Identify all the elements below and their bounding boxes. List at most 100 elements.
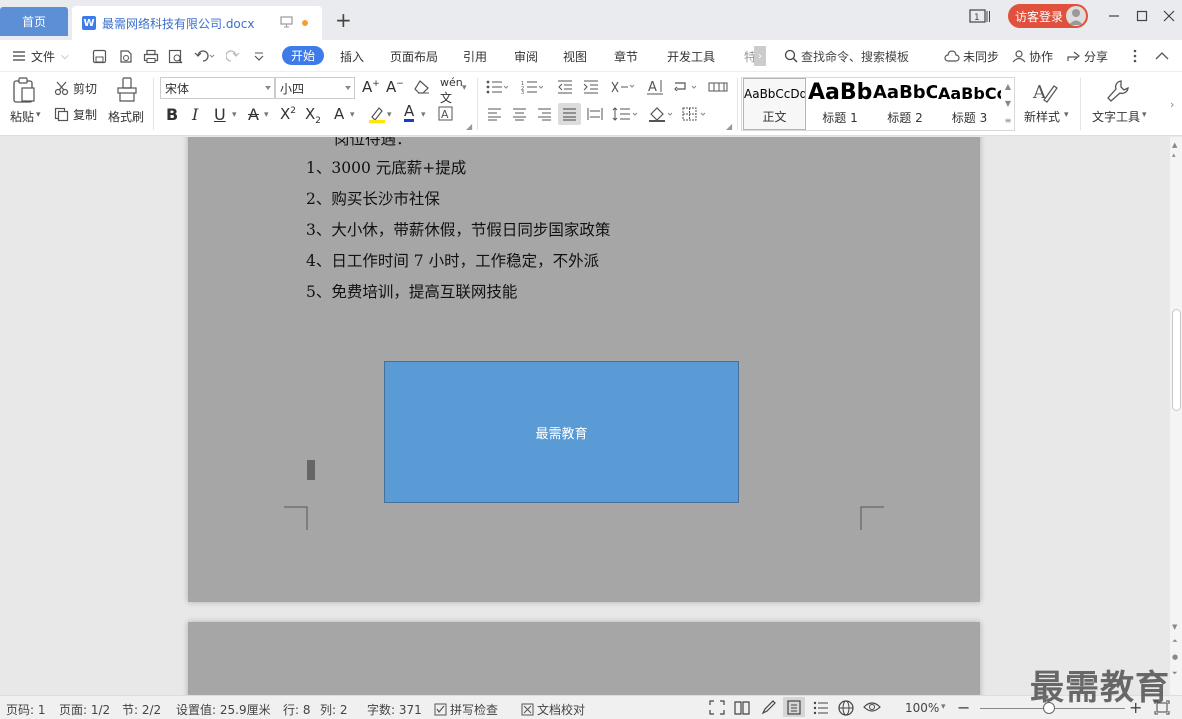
status-page-number[interactable]: 页码: 1 <box>6 701 46 718</box>
collaborate-button[interactable]: 协作 <box>1012 40 1053 72</box>
status-row[interactable]: 行: 8 <box>283 701 311 718</box>
pinyin-guide-icon[interactable]: wén 文 <box>440 76 463 106</box>
pinyin-dropdown-icon[interactable]: ▾ <box>462 83 467 93</box>
numbered-list-icon[interactable]: 123 <box>521 80 543 94</box>
next-page-icon[interactable]: ⏷ <box>1172 669 1178 678</box>
tab-review[interactable]: 审阅 <box>514 40 538 72</box>
scrollbar-thumb[interactable] <box>1172 309 1181 411</box>
text-direction-icon[interactable]: A <box>646 78 664 96</box>
new-style-button[interactable]: A <box>1032 78 1058 104</box>
increase-font-size-icon[interactable]: A+ <box>362 78 380 96</box>
customize-toolbar-icon[interactable] <box>254 40 264 72</box>
style-heading-2[interactable]: AaBbC 标题 2 <box>873 78 937 130</box>
fullscreen-icon[interactable] <box>709 700 725 715</box>
maximize-button[interactable] <box>1134 8 1150 24</box>
ribbon-scroll-right-icon[interactable]: › <box>1170 98 1174 111</box>
highlight-icon[interactable] <box>368 105 386 123</box>
paragraph-dialog-launcher-icon[interactable]: ◢ <box>726 122 732 131</box>
char-border-icon[interactable]: A <box>438 106 453 121</box>
file-menu[interactable]: 文件 ⌵ <box>12 40 69 72</box>
decrease-indent-icon[interactable] <box>557 80 573 94</box>
save-icon[interactable] <box>92 40 107 72</box>
export-icon[interactable] <box>118 40 133 72</box>
style-normal[interactable]: AaBbCcDd 正文 <box>743 78 806 130</box>
show-marks-icon[interactable] <box>708 80 728 94</box>
document-canvas[interactable]: 岗位待遇： 1、3000 元底薪+提成 2、购买长沙市社保 3、大小休，带薪休假… <box>0 137 1170 695</box>
highlight-dropdown-icon[interactable]: ▾ <box>387 110 392 120</box>
document-page-2[interactable] <box>188 622 980 695</box>
tab-view[interactable]: 视图 <box>563 40 587 72</box>
text-tools-dropdown-icon[interactable]: ▾ <box>1142 110 1147 120</box>
clear-format-icon[interactable] <box>414 79 430 94</box>
styles-scroll-controls[interactable]: ▲ ▼ ≡ <box>1002 78 1014 130</box>
align-right-icon[interactable] <box>537 108 552 121</box>
page-view-icon[interactable] <box>783 697 805 717</box>
new-style-dropdown-icon[interactable]: ▾ <box>1064 110 1069 120</box>
print-icon[interactable] <box>143 40 159 72</box>
tab-page-layout[interactable]: 页面布局 <box>390 40 438 72</box>
text-box-content[interactable]: 最需教育 <box>535 423 587 442</box>
font-dialog-launcher-icon[interactable]: ◢ <box>466 122 472 131</box>
sort-icon[interactable] <box>674 80 700 94</box>
tab-chapter[interactable]: 章节 <box>614 40 638 72</box>
distributed-align-icon[interactable] <box>587 107 603 121</box>
text-effect-dropdown-icon[interactable]: ▾ <box>350 110 355 120</box>
font-size-select[interactable]: 小四 <box>275 77 355 99</box>
zoom-out-icon[interactable]: − <box>957 698 970 717</box>
new-tab-button[interactable]: + <box>335 10 352 30</box>
italic-icon[interactable]: I <box>192 105 198 124</box>
vertical-scrollbar[interactable]: ▲ ▴ ▼ ⏶ ● ⏷ <box>1170 137 1182 695</box>
guest-login-button[interactable]: 访客登录 <box>1008 4 1088 28</box>
font-name-select[interactable]: 宋体 <box>160 77 275 99</box>
tab-insert[interactable]: 插入 <box>340 40 364 72</box>
reading-mode-icon[interactable] <box>734 700 750 715</box>
bullet-list-icon[interactable] <box>486 80 508 94</box>
more-vertical-icon[interactable] <box>1133 40 1137 72</box>
subscript-icon[interactable]: X2 <box>305 105 321 126</box>
paste-button[interactable] <box>12 77 36 103</box>
doc-proofread-button[interactable]: 文档校对 <box>521 701 585 718</box>
share-button[interactable]: 分享 <box>1066 40 1108 72</box>
style-heading-3[interactable]: AaBbCc 标题 3 <box>938 78 1001 130</box>
strikethrough-icon[interactable]: A <box>248 105 259 124</box>
scroll-up-icon[interactable]: ▲ <box>1172 141 1177 149</box>
collapse-ribbon-icon[interactable] <box>1155 40 1169 72</box>
undo-icon[interactable] <box>194 40 216 72</box>
align-left-icon[interactable] <box>487 108 502 121</box>
chinese-layout-icon[interactable] <box>610 79 636 95</box>
spell-check-button[interactable]: 拼写检查 <box>434 701 498 718</box>
justify-icon[interactable] <box>558 103 581 125</box>
text-box-shape[interactable]: 最需教育 <box>384 361 739 503</box>
status-section[interactable]: 节: 2/2 <box>122 701 161 718</box>
monitor-icon[interactable] <box>280 16 293 28</box>
underline-dropdown-icon[interactable]: ▾ <box>232 110 237 120</box>
eye-protection-icon[interactable] <box>863 700 881 714</box>
scroll-down-icon[interactable]: ▼ <box>1172 623 1177 631</box>
status-column[interactable]: 列: 2 <box>320 701 348 718</box>
status-word-count[interactable]: 字数: 371 <box>367 701 422 718</box>
chevron-down-icon[interactable]: ▼ <box>1002 95 1014 112</box>
borders-icon[interactable] <box>682 107 708 121</box>
command-search[interactable]: 查找命令、搜索模板 <box>784 46 909 66</box>
font-color-dropdown-icon[interactable]: ▾ <box>421 110 426 120</box>
status-pages[interactable]: 页面: 1/2 <box>59 701 110 718</box>
sync-status-button[interactable]: 未同步 <box>944 40 999 72</box>
font-color-icon[interactable]: A <box>404 103 415 122</box>
close-button[interactable] <box>1161 8 1177 24</box>
style-heading-1[interactable]: AaBb 标题 1 <box>808 78 872 130</box>
text-effect-icon[interactable]: A <box>334 105 344 123</box>
select-browse-icon[interactable]: ● <box>1172 653 1178 661</box>
scroll-page-up-icon[interactable]: ▴ <box>1172 151 1176 159</box>
superscript-icon[interactable]: X2 <box>280 105 296 123</box>
copy-button[interactable]: 复制 <box>54 106 97 123</box>
zoom-level[interactable]: 100% <box>905 701 939 715</box>
redo-icon[interactable] <box>226 40 240 72</box>
increase-indent-icon[interactable] <box>583 80 599 94</box>
tab-home[interactable]: 首页 <box>0 7 68 36</box>
status-setting-value[interactable]: 设置值: 25.9厘米 <box>176 701 271 718</box>
align-center-icon[interactable] <box>512 108 527 121</box>
tab-developer[interactable]: 开发工具 <box>667 40 715 72</box>
paste-dropdown-icon[interactable]: ▾ <box>36 110 41 120</box>
print-preview-icon[interactable] <box>168 40 184 72</box>
underline-icon[interactable]: U <box>214 105 226 124</box>
